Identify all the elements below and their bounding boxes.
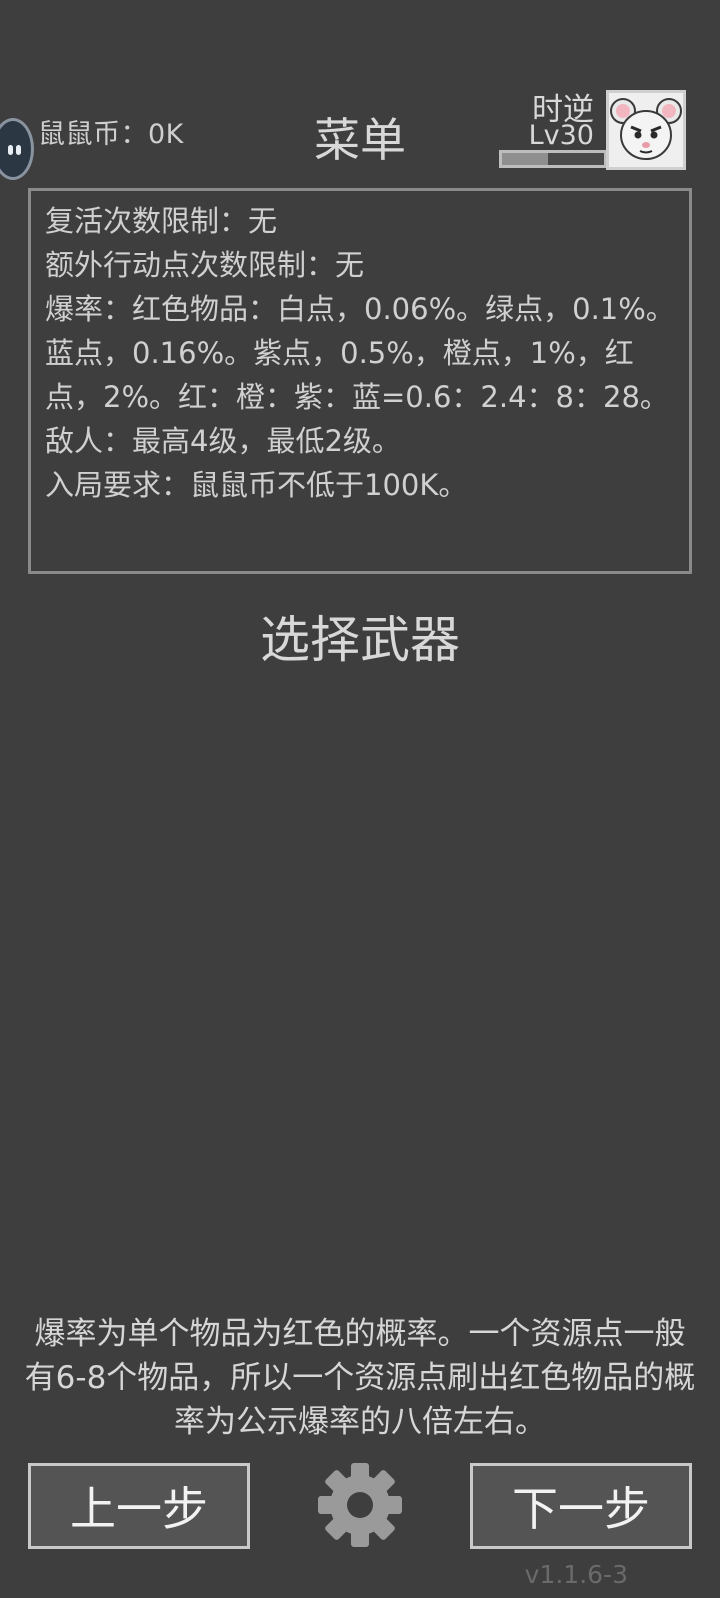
mouse-avatar-icon (610, 98, 682, 160)
rule-line: 入局要求：鼠鼠币不低于100K。 (45, 468, 468, 502)
menu-title[interactable]: 菜单 (288, 104, 432, 170)
version-label: v1.1.6-3 (524, 1560, 628, 1589)
next-step-button[interactable]: 下一步 (470, 1463, 692, 1549)
player-level: Lv30 (528, 120, 594, 151)
rules-panel: 复活次数限制：无额外行动点次数限制：无爆率：红色物品：白点，0.06%。绿点，0… (28, 188, 692, 574)
settings-button[interactable] (316, 1461, 404, 1549)
xp-progress-fill (502, 153, 548, 165)
select-weapon-title: 选择武器 (260, 611, 460, 669)
assistant-eye-left (8, 145, 13, 155)
rule-line: 额外行动点次数限制：无 (45, 248, 365, 282)
side-assistant-icon[interactable] (0, 118, 34, 180)
rule-line: 敌人：最高4级，最低2级。 (45, 424, 401, 458)
rule-line: 复活次数限制：无 (45, 204, 278, 238)
gear-icon (318, 1463, 402, 1547)
assistant-eye-right (16, 145, 21, 155)
xp-progress-bar (499, 150, 607, 168)
player-avatar[interactable] (606, 90, 686, 170)
drop-rate-hint: 爆率为单个物品为红色的概率。一个资源点一般有6-8个物品，所以一个资源点刷出红色… (24, 1316, 696, 1440)
rule-line: 爆率：红色物品：白点，0.06%。绿点，0.1%。蓝点，0.16%。紫点，0.5… (45, 292, 675, 414)
coins-balance: 鼠鼠币：0K (38, 119, 184, 150)
screen: 鼠鼠币：0K 菜单 时逆 Lv30 复活次数限制：无 额外行动点次数限制：无 爆率：… (0, 0, 720, 1598)
previous-step-button[interactable]: 上一步 (28, 1463, 250, 1549)
